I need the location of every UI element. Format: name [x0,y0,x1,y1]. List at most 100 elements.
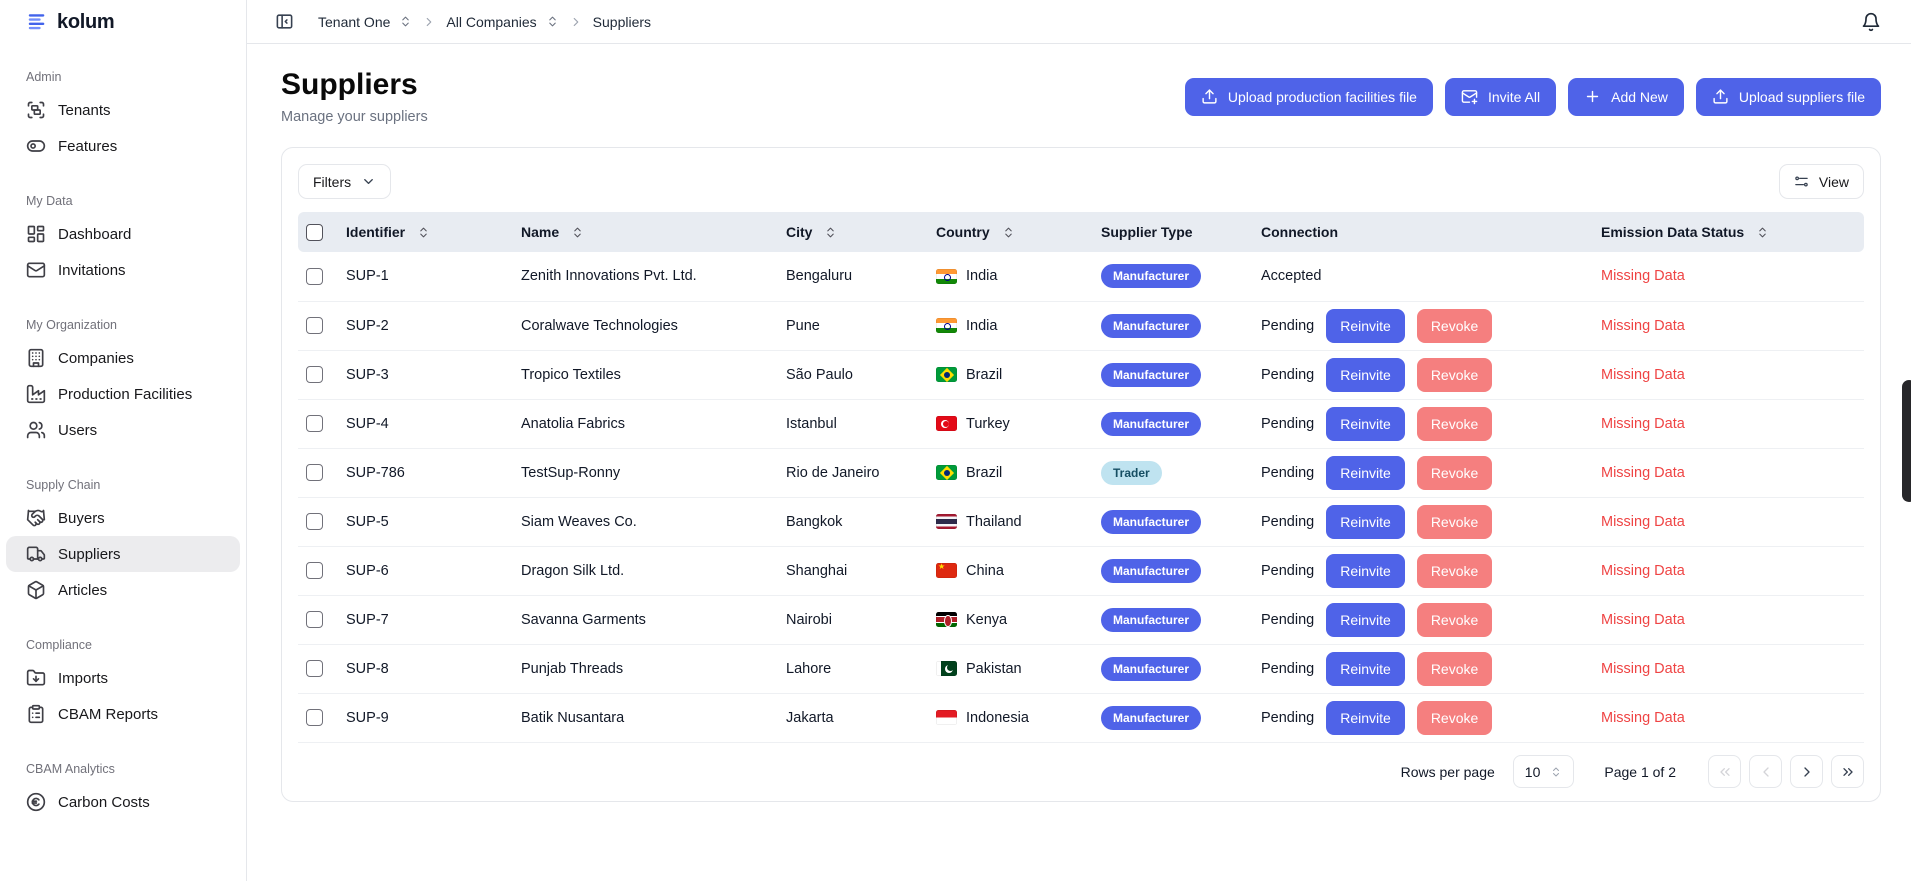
row-checkbox[interactable] [306,611,323,628]
connection-cell: PendingReinviteRevoke [1253,546,1593,595]
column-header-city[interactable]: City [778,212,928,252]
notifications-button[interactable] [1861,12,1881,32]
name-cell: Zenith Innovations Pvt. Ltd. [513,252,778,301]
city-cell: Bangkok [778,497,928,546]
select-all-checkbox[interactable] [306,224,323,241]
country-name: Indonesia [966,710,1029,726]
revoke-button[interactable]: Revoke [1417,554,1492,588]
sidebar-item-suppliers[interactable]: Suppliers [6,536,240,572]
sidebar-item-articles[interactable]: Articles [6,572,240,608]
first-page-button[interactable] [1708,755,1741,788]
revoke-button[interactable]: Revoke [1417,407,1492,441]
column-header-name[interactable]: Name [513,212,778,252]
reinvite-button[interactable]: Reinvite [1326,407,1405,441]
row-checkbox[interactable] [306,366,323,383]
sidebar-item-imports[interactable]: Imports [6,660,240,696]
breadcrumb-item-tenant-one[interactable]: Tenant One [318,14,412,30]
vertical-scrollbar-thumb[interactable] [1902,380,1911,502]
emission-data-status-cell: Missing Data [1593,546,1864,595]
reinvite-button[interactable]: Reinvite [1326,505,1405,539]
row-checkbox[interactable] [306,317,323,334]
reinvite-button[interactable]: Reinvite [1326,701,1405,735]
next-page-button[interactable] [1790,755,1823,788]
view-button[interactable]: View [1779,164,1864,199]
country-name: Kenya [966,612,1007,628]
revoke-button[interactable]: Revoke [1417,701,1492,735]
select-all-header-cell [298,212,338,252]
identifier-cell: SUP-7 [338,595,513,644]
column-label: Emission Data Status [1601,224,1744,240]
reinvite-button[interactable]: Reinvite [1326,652,1405,686]
row-select-cell [298,693,338,742]
breadcrumb-item-suppliers[interactable]: Suppliers [593,14,651,30]
reinvite-button[interactable]: Reinvite [1326,554,1405,588]
view-label: View [1819,174,1849,190]
sidebar-item-cbam-reports[interactable]: CBAM Reports [6,696,240,732]
sidebar-section-my-data: My DataDashboardInvitations [0,194,246,288]
chevrons-up-down-icon [546,15,559,28]
rows-per-page-select[interactable]: 10 [1513,755,1575,788]
sidebar-item-companies[interactable]: Companies [6,340,240,376]
column-header-country[interactable]: Country [928,212,1093,252]
ke-flag-icon [936,612,957,627]
revoke-button[interactable]: Revoke [1417,309,1492,343]
revoke-button[interactable]: Revoke [1417,652,1492,686]
brand[interactable]: kolum [0,0,246,44]
upload-suppliers-file-button[interactable]: Upload suppliers file [1696,78,1881,116]
sidebar-item-features[interactable]: Features [6,128,240,164]
revoke-button[interactable]: Revoke [1417,456,1492,490]
revoke-button[interactable]: Revoke [1417,505,1492,539]
sidebar-item-production-facilities[interactable]: Production Facilities [6,376,240,412]
country-cell: China [928,546,1093,595]
reinvite-button[interactable]: Reinvite [1326,603,1405,637]
row-checkbox[interactable] [306,513,323,530]
city-cell: Rio de Janeiro [778,448,928,497]
sidebar-item-tenants[interactable]: Tenants [6,92,240,128]
column-header-connection: Connection [1253,212,1593,252]
row-checkbox[interactable] [306,562,323,579]
connection-cell: Pending Reinvite Revoke [1253,350,1593,399]
upload-production-facilities-file-button[interactable]: Upload production facilities file [1185,78,1433,116]
column-header-identifier[interactable]: Identifier [338,212,513,252]
sidebar-item-label: CBAM Reports [58,706,158,723]
reinvite-button[interactable]: Reinvite [1326,309,1405,343]
previous-page-button[interactable] [1749,755,1782,788]
connection-cell: PendingReinviteRevoke [1253,644,1593,693]
row-checkbox[interactable] [306,415,323,432]
emission-status-value: Missing Data [1601,465,1685,481]
country-cell: Indonesia [928,693,1093,742]
table-row: SUP-4Anatolia FabricsIstanbulTurkeyManuf… [298,399,1864,448]
row-checkbox[interactable] [306,464,323,481]
filters-button[interactable]: Filters [298,164,391,199]
column-header-emission-data-status[interactable]: Emission Data Status [1593,212,1864,252]
revoke-button[interactable]: Revoke [1417,358,1492,392]
row-checkbox[interactable] [306,709,323,726]
breadcrumb-label: Suppliers [593,14,651,30]
kolum-logo-icon [26,11,48,33]
mail-icon [26,260,46,280]
tenants-icon [26,100,46,120]
connection-status: Pending [1261,367,1314,383]
row-checkbox[interactable] [306,268,323,285]
country-name: Brazil [966,367,1002,383]
name-cell: TestSup-Ronny [513,448,778,497]
sidebar-item-buyers[interactable]: Buyers [6,500,240,536]
sidebar-item-label: Imports [58,670,108,687]
reinvite-button[interactable]: Reinvite [1326,456,1405,490]
last-page-button[interactable] [1831,755,1864,788]
sidebar-toggle-button[interactable] [275,12,294,31]
add-new-button[interactable]: Add New [1568,78,1684,116]
row-checkbox[interactable] [306,660,323,677]
sidebar-item-invitations[interactable]: Invitations [6,252,240,288]
topbar: Tenant One All Companies Suppliers [247,0,1911,44]
sidebar-item-dashboard[interactable]: Dashboard [6,216,240,252]
breadcrumb-item-all-companies[interactable]: All Companies [446,14,558,30]
emission-status-value: Missing Data [1601,661,1685,677]
sidebar-item-carbon-costs[interactable]: Carbon Costs [6,784,240,820]
reinvite-button[interactable]: Reinvite [1326,358,1405,392]
revoke-button[interactable]: Revoke [1417,603,1492,637]
country-cell: Brazil [928,448,1093,497]
sidebar-item-users[interactable]: Users [6,412,240,448]
city-cell: Pune [778,301,928,350]
invite-all-button[interactable]: Invite All [1445,78,1556,116]
